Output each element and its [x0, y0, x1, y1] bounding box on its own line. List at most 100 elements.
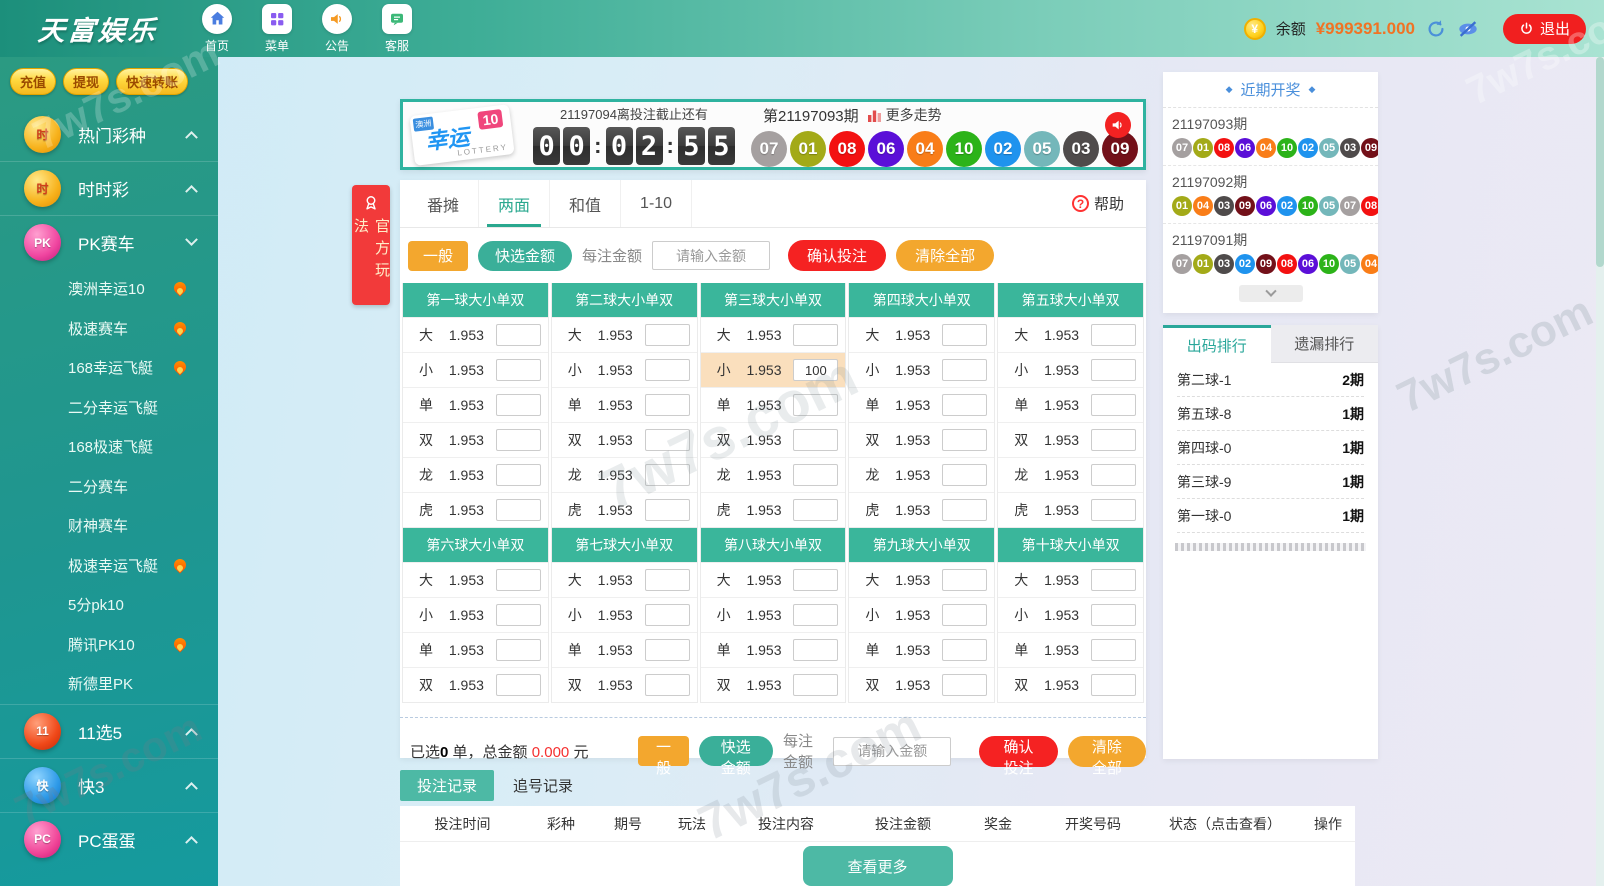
- bet-amount-input[interactable]: [793, 464, 838, 486]
- refresh-icon[interactable]: [1425, 18, 1447, 40]
- bet-cell[interactable]: 大1.953: [849, 317, 994, 352]
- nav-item-1[interactable]: 菜单: [254, 4, 300, 54]
- bet-amount-input[interactable]: [645, 394, 690, 416]
- bet-amount-input[interactable]: [645, 674, 690, 696]
- sidebar-item-5[interactable]: 二分赛车: [0, 467, 218, 507]
- bet-amount-input[interactable]: [496, 604, 541, 626]
- bet-cell[interactable]: 龙1.953: [552, 457, 697, 492]
- bet-cell[interactable]: 龙1.953: [849, 457, 994, 492]
- sidebar-item-0[interactable]: 澳洲幸运10: [0, 269, 218, 309]
- bet-cell[interactable]: 双1.953: [403, 422, 548, 457]
- bet-amount-input[interactable]: [793, 639, 838, 661]
- logout-button[interactable]: 退出: [1503, 14, 1586, 44]
- bet-cell[interactable]: 虎1.953: [849, 492, 994, 527]
- official-play-ribbon[interactable]: 官方玩法: [352, 185, 390, 305]
- bet-cell[interactable]: 小1.953: [998, 597, 1143, 632]
- bet-cell[interactable]: 单1.953: [849, 632, 994, 667]
- sidebar-section-1[interactable]: 时时时彩: [0, 161, 218, 215]
- bet-cell[interactable]: 单1.953: [552, 387, 697, 422]
- bet-amount-input[interactable]: [645, 569, 690, 591]
- sidebar-item-6[interactable]: 财神赛车: [0, 506, 218, 546]
- bet-cell[interactable]: 大1.953: [701, 562, 846, 597]
- nav-item-3[interactable]: 客服: [374, 4, 420, 54]
- bet-amount-input[interactable]: [793, 429, 838, 451]
- bet-tab-0[interactable]: 番摊: [408, 180, 479, 227]
- bet-cell[interactable]: 小1.953: [552, 352, 697, 387]
- record-tab-1[interactable]: 追号记录: [496, 770, 590, 801]
- bet-cell[interactable]: 双1.953: [849, 422, 994, 457]
- bet-amount-input[interactable]: [793, 324, 838, 346]
- sidebar-item-4[interactable]: 168极速飞艇: [0, 427, 218, 467]
- sound-icon[interactable]: [1105, 112, 1131, 138]
- bet-amount-input[interactable]: [942, 464, 987, 486]
- bet-cell[interactable]: 龙1.953: [701, 457, 846, 492]
- bet-cell[interactable]: 大1.953: [552, 317, 697, 352]
- bet-cell[interactable]: 双1.953: [701, 422, 846, 457]
- quick-button-2[interactable]: 快速转账: [116, 68, 188, 95]
- bet-cell[interactable]: 小1.953: [998, 352, 1143, 387]
- bet-cell[interactable]: 双1.953: [701, 667, 846, 702]
- quick-button-1[interactable]: 提现: [63, 68, 109, 95]
- bet-amount-input[interactable]: [942, 499, 987, 521]
- eye-off-icon[interactable]: [1457, 18, 1479, 40]
- sidebar-item-3[interactable]: 二分幸运飞艇: [0, 388, 218, 428]
- bet-cell[interactable]: 小1.953: [849, 597, 994, 632]
- bet-cell[interactable]: 单1.953: [701, 632, 846, 667]
- general-button[interactable]: 一般: [408, 241, 468, 271]
- bet-cell[interactable]: 双1.953: [552, 422, 697, 457]
- amount-input-bottom[interactable]: [833, 737, 951, 766]
- sidebar-item-2[interactable]: 168幸运飞艇: [0, 348, 218, 388]
- bet-cell[interactable]: 单1.953: [998, 387, 1143, 422]
- sidebar-section-2[interactable]: PKPK赛车: [0, 215, 218, 269]
- bet-cell[interactable]: 单1.953: [403, 632, 548, 667]
- bet-amount-input[interactable]: [496, 639, 541, 661]
- amount-input[interactable]: [652, 241, 770, 270]
- bet-amount-input[interactable]: [793, 674, 838, 696]
- quick-button-0[interactable]: 充值: [10, 68, 56, 95]
- bet-amount-input[interactable]: [645, 324, 690, 346]
- bet-amount-input[interactable]: [645, 639, 690, 661]
- scrollbar-thumb[interactable]: [1596, 57, 1604, 267]
- sidebar-section-0[interactable]: 时热门彩种: [0, 107, 218, 161]
- more-trends-link[interactable]: 更多走势: [867, 105, 942, 125]
- bet-amount-input[interactable]: [1091, 569, 1136, 591]
- bet-cell[interactable]: 双1.953: [552, 667, 697, 702]
- bet-cell[interactable]: 大1.953: [998, 562, 1143, 597]
- ranking-tab-1[interactable]: 遗漏排行: [1271, 325, 1379, 363]
- bet-amount-input[interactable]: [793, 604, 838, 626]
- page-scrollbar[interactable]: [1596, 57, 1604, 886]
- bet-cell[interactable]: 双1.953: [998, 667, 1143, 702]
- bet-amount-input[interactable]: [1091, 429, 1136, 451]
- quick-amount-button[interactable]: 快选金额: [478, 241, 572, 271]
- bet-amount-input[interactable]: [793, 394, 838, 416]
- bet-tab-3[interactable]: 1-10: [621, 180, 692, 227]
- bet-cell[interactable]: 虎1.953: [403, 492, 548, 527]
- bet-amount-input[interactable]: [645, 464, 690, 486]
- bet-cell[interactable]: 单1.953: [403, 387, 548, 422]
- bet-amount-input[interactable]: [1091, 324, 1136, 346]
- bet-amount-input[interactable]: [496, 674, 541, 696]
- sidebar-section-3[interactable]: 1111选5: [0, 704, 218, 758]
- general-button-bottom[interactable]: 一般: [638, 736, 688, 766]
- bet-cell[interactable]: 虎1.953: [552, 492, 697, 527]
- bet-cell[interactable]: 大1.953: [701, 317, 846, 352]
- bet-cell[interactable]: 小1.953: [849, 352, 994, 387]
- sidebar-item-7[interactable]: 极速幸运飞艇: [0, 546, 218, 586]
- clear-all-button[interactable]: 清除全部: [896, 240, 994, 271]
- sidebar-item-8[interactable]: 5分pk10: [0, 585, 218, 625]
- bet-amount-input[interactable]: [496, 569, 541, 591]
- bet-amount-input[interactable]: [942, 639, 987, 661]
- bet-cell[interactable]: 大1.953: [849, 562, 994, 597]
- bet-amount-input[interactable]: [793, 499, 838, 521]
- bet-amount-input[interactable]: [496, 464, 541, 486]
- bet-amount-input[interactable]: [496, 394, 541, 416]
- bet-amount-input[interactable]: [1091, 499, 1136, 521]
- bet-cell[interactable]: 大1.953: [552, 562, 697, 597]
- bet-cell[interactable]: 大1.953: [403, 317, 548, 352]
- bet-cell[interactable]: 小1.953: [701, 597, 846, 632]
- bet-cell[interactable]: 大1.953: [403, 562, 548, 597]
- bet-amount-input[interactable]: [1091, 394, 1136, 416]
- bet-cell[interactable]: 虎1.953: [701, 492, 846, 527]
- bet-cell[interactable]: 单1.953: [701, 387, 846, 422]
- bet-cell[interactable]: 小1.953: [403, 597, 548, 632]
